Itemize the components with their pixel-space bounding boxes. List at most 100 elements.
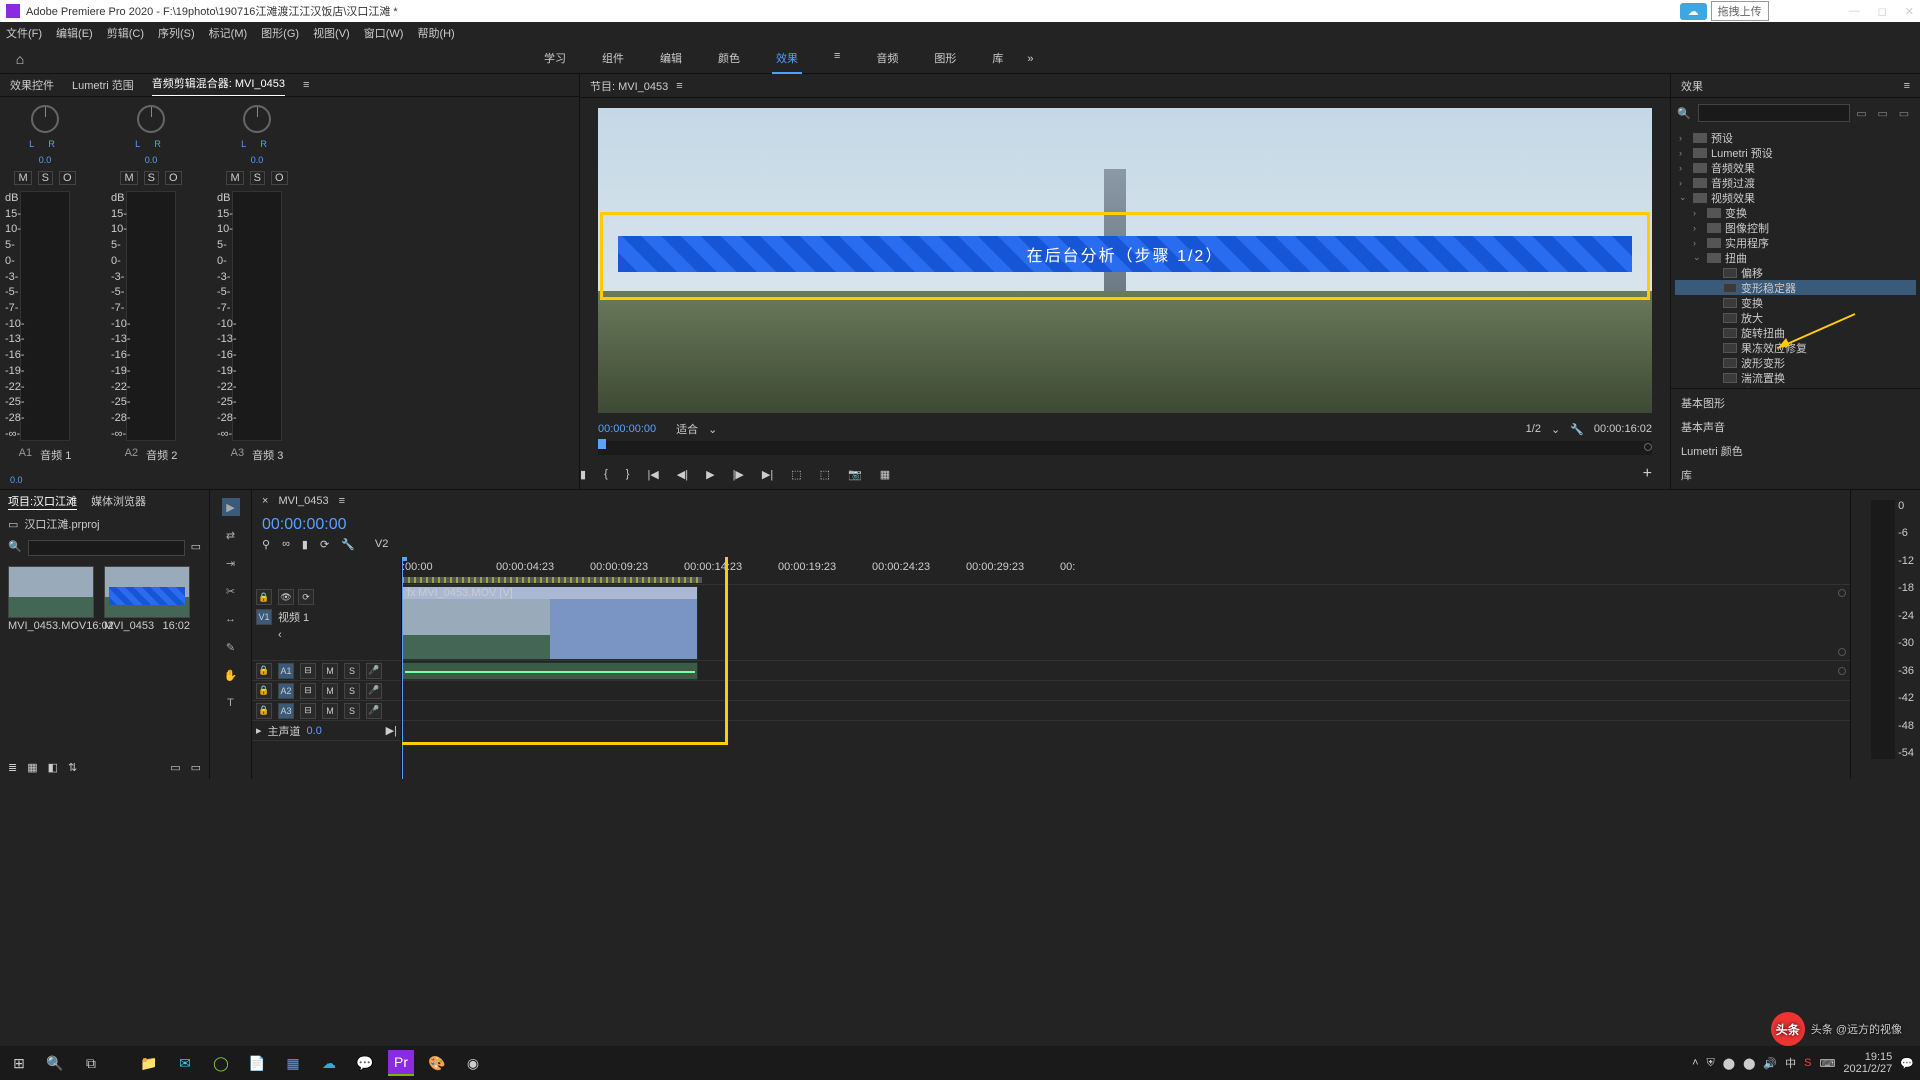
effects-tree[interactable]: ›预设›Lumetri 预设›音频效果›音频过渡⌄视频效果›变换›图像控制›实用… — [1671, 128, 1920, 388]
effect-folder[interactable]: ⌄视频效果 — [1675, 190, 1916, 205]
workspace-audio[interactable]: 音频 — [872, 44, 902, 74]
effect-item[interactable]: 果冻效应修复 — [1675, 340, 1916, 355]
tab-lumetri-scopes[interactable]: Lumetri 范围 — [72, 77, 134, 93]
linked-selection-icon[interactable]: ∞ — [282, 538, 290, 551]
settings-icon[interactable]: 🔧 — [341, 538, 355, 551]
sequence-name[interactable]: MVI_0453 — [278, 495, 328, 507]
workspace-overflow-icon[interactable]: » — [1027, 53, 1033, 65]
panel-menu-icon[interactable]: ≡ — [303, 79, 309, 91]
tab-effect-controls[interactable]: 效果控件 — [10, 77, 54, 93]
go-to-in-button[interactable]: |◀ — [647, 468, 658, 481]
workspace-edit[interactable]: 编辑 — [656, 44, 686, 74]
menu-clip[interactable]: 剪辑(C) — [107, 25, 144, 41]
effect-item[interactable]: 放大 — [1675, 310, 1916, 325]
tab-audio-clip-mixer[interactable]: 音频剪辑混合器: MVI_0453 — [152, 75, 285, 96]
new-bin-icon[interactable]: ▭ — [170, 761, 180, 774]
voice-over-icon[interactable]: 🎤 — [366, 703, 382, 719]
timeline-playhead[interactable] — [402, 557, 403, 779]
step-back-button[interactable]: ◀| — [677, 468, 688, 481]
settings-wrench-icon[interactable]: 🔧 — [1570, 423, 1584, 436]
program-video-viewport[interactable]: 在后台分析（步骤 1/2） — [598, 108, 1652, 413]
pen-tool[interactable]: ✎ — [222, 638, 240, 656]
ripple-edit-tool[interactable]: ⇥ — [222, 554, 240, 572]
type-tool[interactable]: T — [222, 694, 240, 712]
effect-item[interactable]: 偏移 — [1675, 265, 1916, 280]
search-icon[interactable]: 🔍 — [42, 1050, 68, 1076]
track-target-a1[interactable]: A1 — [278, 663, 294, 679]
program-scrubber[interactable] — [598, 441, 1652, 455]
list-view-icon[interactable]: ≣ — [8, 761, 17, 774]
hand-tool[interactable]: ✋ — [222, 666, 240, 684]
freeform-view-icon[interactable]: ◧ — [48, 761, 58, 774]
lock-icon[interactable]: 🔒 — [256, 663, 272, 679]
mark-out-button[interactable]: } — [626, 468, 630, 480]
home-button[interactable]: ⌂ — [0, 51, 40, 67]
panel-menu-icon[interactable]: ≡ — [676, 80, 682, 92]
tray-keyboard-icon[interactable]: ⌨ — [1819, 1057, 1835, 1070]
effect-item[interactable]: 波形变形 — [1675, 355, 1916, 370]
mso-button[interactable]: S — [250, 171, 265, 185]
program-fit-dropdown[interactable]: 适合 — [676, 421, 698, 437]
menu-graphics[interactable]: 图形(G) — [261, 25, 299, 41]
workspace-library[interactable]: 库 — [988, 44, 1007, 74]
skip-icon[interactable]: ▶| — [386, 724, 397, 737]
sync-lock-icon[interactable]: ⟳ — [298, 589, 314, 605]
mso-button[interactable]: S — [38, 171, 53, 185]
track-target-v1[interactable]: V1 — [256, 609, 272, 625]
mso-button[interactable]: M — [120, 171, 137, 185]
play-button[interactable]: ▶ — [706, 468, 714, 481]
new-item-icon[interactable]: ▭ — [191, 761, 201, 774]
dropdown-chevron-icon[interactable]: ⌄ — [708, 423, 717, 436]
track-header-a3[interactable]: 🔒 A3 ⊟ M S 🎤 — [252, 701, 401, 721]
effect-folder[interactable]: ›变换 — [1675, 205, 1916, 220]
mso-button[interactable]: O — [59, 171, 76, 185]
toggle-output-icon[interactable]: 👁 — [278, 589, 294, 605]
tray-volume-icon[interactable]: 🔊 — [1763, 1057, 1777, 1070]
audio-track-3[interactable] — [402, 701, 1850, 721]
video-clip[interactable]: fx MVI_0453.MOV [V] — [402, 586, 698, 660]
export-frame-button[interactable]: 📷 — [848, 468, 862, 481]
minimize-button[interactable]: — — [1849, 5, 1860, 18]
effect-item[interactable]: 变形稳定器 — [1675, 280, 1916, 295]
tray-ime-icon[interactable]: 中 — [1785, 1055, 1796, 1071]
panel-libraries[interactable]: 库 — [1681, 467, 1910, 483]
fx-badge-icon[interactable]: ▭ — [1878, 107, 1893, 120]
track-header-a1[interactable]: 🔒 A1 ⊟ M S 🎤 — [252, 661, 401, 681]
track-select-tool[interactable]: ⇄ — [222, 526, 240, 544]
workspace-graphics[interactable]: 图形 — [930, 44, 960, 74]
workspace-learn[interactable]: 学习 — [540, 44, 570, 74]
cloud-upload-button[interactable]: ☁ — [1680, 3, 1707, 20]
audio-clip[interactable] — [402, 662, 698, 680]
pan-knob[interactable] — [243, 105, 271, 133]
notepad-icon[interactable]: 📄 — [244, 1050, 270, 1076]
panel-essential-graphics[interactable]: 基本图形 — [1681, 395, 1910, 411]
menu-view[interactable]: 视图(V) — [313, 25, 350, 41]
maximize-button[interactable]: ◻ — [1878, 5, 1887, 18]
fx-badge-icon[interactable]: ▭ — [1856, 107, 1871, 120]
track-target-a2[interactable]: A2 — [278, 683, 294, 699]
pan-knob[interactable] — [137, 105, 165, 133]
audio-track-1[interactable] — [402, 661, 1850, 681]
track-header-v1[interactable]: 🔒 V1 👁⟳ 视频 1 ‹ — [252, 585, 401, 661]
tray-icon[interactable]: ⬤ — [1723, 1057, 1735, 1070]
mixer-channel[interactable]: L R 0.0 MSO dB15-10-5-0--3--5--7--10--13… — [10, 105, 80, 463]
tray-icon[interactable]: ⬤ — [1743, 1057, 1755, 1070]
effect-folder[interactable]: ›图像控制 — [1675, 220, 1916, 235]
mixer-channel[interactable]: L R 0.0 MSO dB15-10-5-0--3--5--7--10--13… — [222, 105, 292, 463]
menu-file[interactable]: 文件(F) — [6, 25, 42, 41]
track-target-a3[interactable]: A3 — [278, 703, 294, 719]
voice-over-icon[interactable]: 🎤 — [366, 663, 382, 679]
comparison-view-button[interactable]: ▦ — [880, 468, 890, 481]
program-resolution-dropdown[interactable]: 1/2 — [1526, 423, 1541, 435]
effect-item[interactable]: 湍流置换 — [1675, 370, 1916, 385]
expand-icon[interactable]: ▸ — [256, 724, 262, 737]
timeline-tracks-area[interactable]: :00:0000:00:04:2300:00:09:2300:00:14:230… — [402, 557, 1850, 779]
workspace-assembly[interactable]: 组件 — [598, 44, 628, 74]
mso-button[interactable]: M — [14, 171, 31, 185]
upload-label[interactable]: 拖拽上传 — [1711, 1, 1769, 21]
project-item[interactable]: MVI_045316:02 — [104, 566, 190, 632]
menu-markers[interactable]: 标记(M) — [209, 25, 248, 41]
sync-lock-icon[interactable]: ⟳ — [320, 538, 329, 551]
menu-help[interactable]: 帮助(H) — [417, 25, 454, 41]
program-timecode[interactable]: 00:00:00:00 — [598, 423, 656, 435]
